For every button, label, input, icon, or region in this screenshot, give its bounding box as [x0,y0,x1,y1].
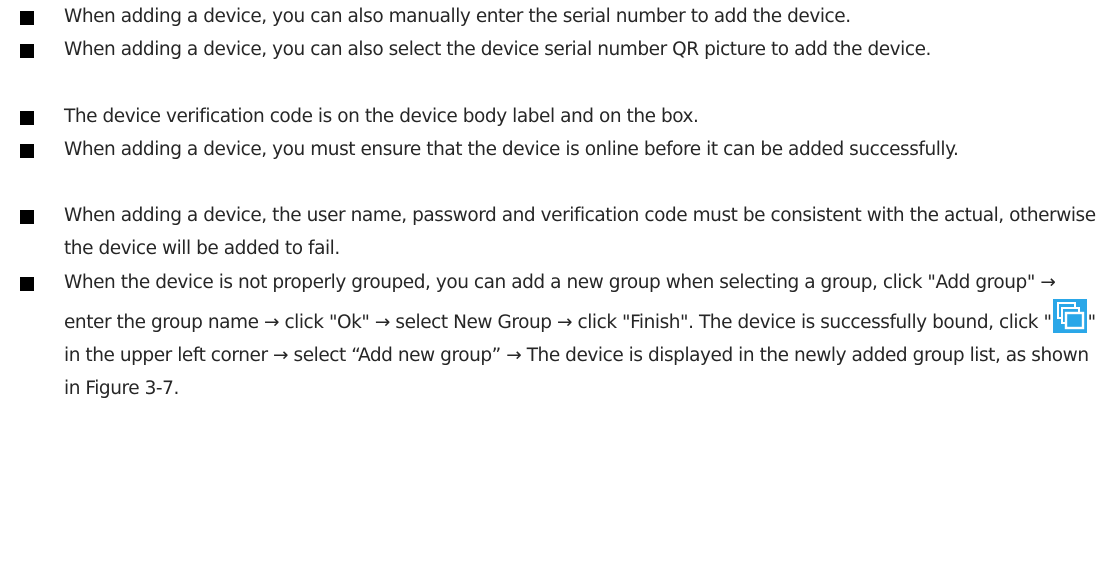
bullet-item-manual-serial: When adding a device, you can also manua… [0,0,859,33]
bullet-text: The device verification code is on the d… [64,106,699,127]
bullet-text: When adding a device, you can also selec… [64,39,931,60]
bullet-text: When adding a device, the user name, pas… [64,205,1096,259]
bullet-marker [20,44,34,58]
bullet-item-device-online: When adding a device, you must ensure th… [0,133,966,166]
bullet-text: When adding a device, you must ensure th… [64,139,959,160]
multi-window-icon [1052,299,1087,333]
bullet-marker [20,277,34,291]
bullet-marker [20,11,34,25]
bullet-marker [20,144,34,158]
bullet-item-qr-picture: When adding a device, you can also selec… [0,33,939,66]
bullet-marker [20,111,34,125]
bullet-item-credentials-consistent: When adding a device, the user name, pas… [0,199,1113,265]
bullet-marker [20,210,34,224]
bullet-text: When adding a device, you can also manua… [64,6,851,27]
bullet-item-add-group: When the device is not properly grouped,… [0,266,1113,405]
bullet-text-before-icon: When the device is not properly grouped,… [64,272,1056,333]
bullet-item-verification-code: The device verification code is on the d… [0,100,707,133]
